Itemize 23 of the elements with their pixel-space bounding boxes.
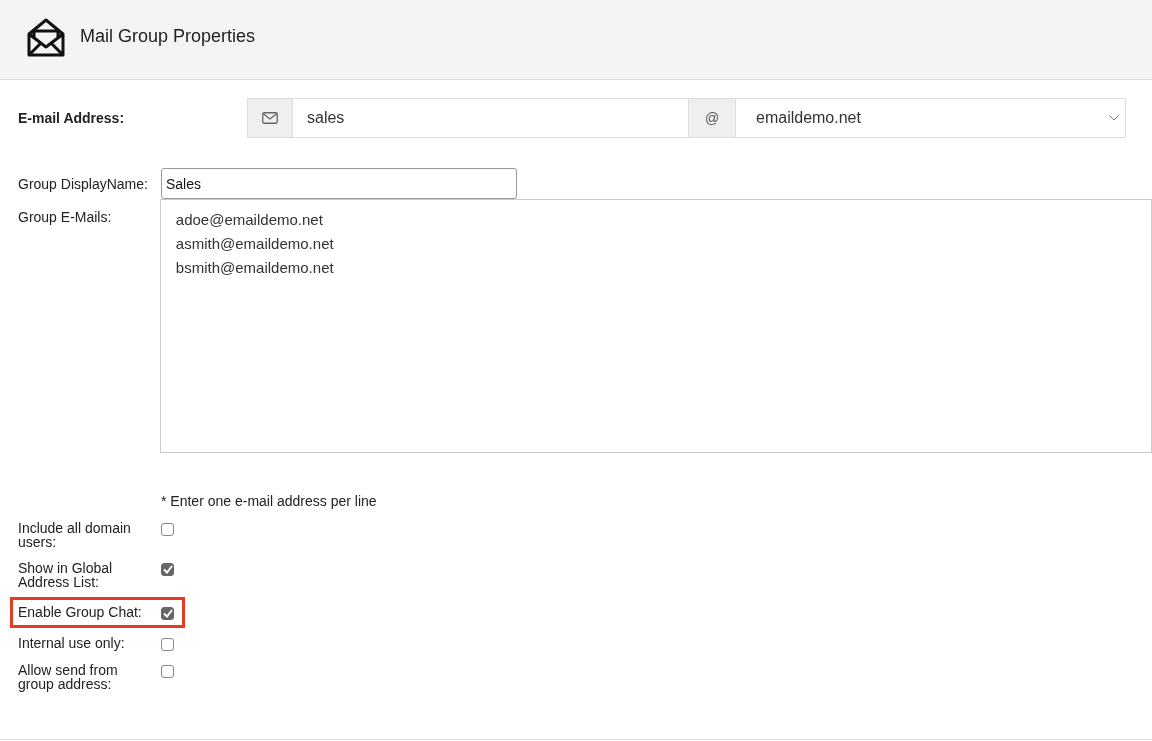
open-envelope-icon bbox=[26, 16, 66, 57]
at-sign-addon: @ bbox=[688, 98, 736, 138]
checkbox[interactable] bbox=[161, 607, 174, 620]
field-label: E-mail Address: bbox=[18, 110, 126, 126]
group-emails-field[interactable]: adoe@emaildemo.net asmith@emaildemo.net bsmith@emaildemo.net bbox=[159, 199, 1152, 453]
option-label: Enable Group Chat: bbox=[18, 605, 143, 619]
option-label: Internal use only: bbox=[18, 636, 126, 650]
checkbox[interactable] bbox=[161, 523, 174, 536]
checkbox[interactable] bbox=[161, 563, 174, 576]
local-part-field[interactable]: sales bbox=[293, 98, 688, 138]
page-title: Mail Group Properties bbox=[80, 26, 256, 47]
option-label: Include all domain users: bbox=[18, 521, 132, 549]
chevron-down-icon bbox=[1109, 115, 1119, 121]
option-label: Allow send from group address: bbox=[18, 663, 119, 691]
option-label: Show in Global Address List: bbox=[18, 561, 114, 589]
domain-dropdown[interactable]: emaildemo.net bbox=[736, 98, 1126, 138]
field-label: Group E-Mails: bbox=[18, 208, 113, 225]
hint-text: * Enter one e-mail address per line bbox=[161, 493, 378, 509]
checkbox[interactable] bbox=[161, 638, 174, 651]
display-name-field[interactable]: Sales bbox=[161, 168, 517, 199]
field-label: Group DisplayName: bbox=[18, 175, 149, 192]
envelope-icon bbox=[262, 112, 278, 124]
checkbox[interactable] bbox=[161, 665, 174, 678]
